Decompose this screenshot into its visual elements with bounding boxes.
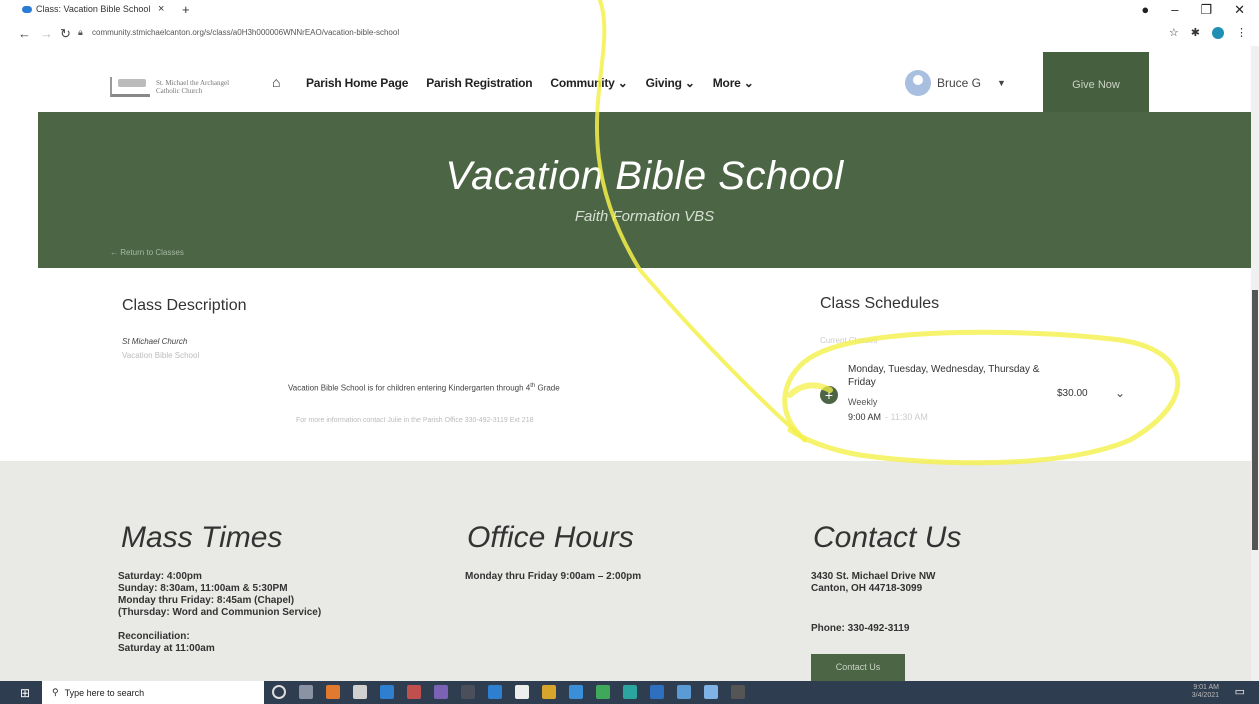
class-contact-info: For more information contact Julie in th… bbox=[296, 417, 534, 424]
nav-more[interactable]: More ⌄ bbox=[713, 76, 754, 90]
caret-down-icon: ▼ bbox=[997, 78, 1006, 88]
extensions-puzzle-icon[interactable]: ✱ bbox=[1191, 26, 1200, 39]
user-menu[interactable]: Bruce G ▼ bbox=[905, 70, 1006, 96]
class-schedules-heading: Class Schedules bbox=[820, 295, 940, 312]
taskbar-apps bbox=[272, 685, 745, 699]
chevron-down-icon: ⌄ bbox=[743, 76, 754, 90]
firefox-icon[interactable] bbox=[326, 685, 340, 699]
nav-giving[interactable]: Giving ⌄ bbox=[646, 76, 695, 90]
new-tab-button[interactable]: + bbox=[182, 2, 190, 17]
app-icon[interactable] bbox=[677, 685, 691, 699]
mass-times-heading: Mass Times bbox=[121, 521, 283, 554]
windows-start-icon[interactable]: ⊞ bbox=[20, 686, 30, 700]
schedule-time: 9:00 AM - 11:30 AM bbox=[848, 412, 928, 422]
chevron-down-icon: ⌄ bbox=[684, 76, 695, 90]
mail-icon[interactable] bbox=[488, 685, 502, 699]
page-title: Vacation Bible School bbox=[445, 154, 844, 198]
parish-logo[interactable]: St. Michael the Archangel Catholic Churc… bbox=[110, 74, 255, 100]
task-view-icon[interactable] bbox=[299, 685, 313, 699]
taskbar-search-placeholder: Type here to search bbox=[64, 687, 145, 698]
app-icon[interactable] bbox=[407, 685, 421, 699]
browser-tab-bar: Class: Vacation Bible School × + ● – ❐ ✕ bbox=[0, 0, 1259, 22]
schedule-frequency: Weekly bbox=[848, 397, 878, 407]
star-icon[interactable]: ☆ bbox=[1169, 26, 1179, 39]
close-window-icon[interactable]: ✕ bbox=[1234, 2, 1245, 18]
contact-address: 3430 St. Michael Drive NW Canton, OH 447… bbox=[811, 571, 936, 594]
forward-arrow-icon[interactable]: → bbox=[40, 26, 53, 41]
expand-chevron-icon[interactable]: ⌄ bbox=[1115, 386, 1125, 400]
mass-times-list: Saturday: 4:00pm Sunday: 8:30am, 11:00am… bbox=[118, 571, 322, 654]
tab-title: Class: Vacation Bible School bbox=[36, 4, 151, 14]
profile-dot-icon[interactable]: ● bbox=[1141, 2, 1149, 18]
site-header: St. Michael the Archangel Catholic Churc… bbox=[0, 46, 1259, 118]
contact-us-button[interactable]: Contact Us bbox=[811, 654, 905, 681]
app-icon[interactable] bbox=[596, 685, 610, 699]
word-icon[interactable] bbox=[650, 685, 664, 699]
cortana-icon[interactable] bbox=[272, 685, 286, 699]
nav-community[interactable]: Community ⌄ bbox=[550, 76, 627, 90]
address-bar: ← → ↻ 🔒︎ community.stmichaelcanton.org/s… bbox=[0, 22, 1259, 46]
main-nav: Parish Home Page Parish Registration Com… bbox=[306, 76, 754, 90]
app-icon[interactable] bbox=[731, 685, 745, 699]
schedule-status: Current Classes bbox=[820, 336, 878, 345]
back-arrow-icon[interactable]: ← bbox=[18, 26, 31, 41]
office-hours-heading: Office Hours bbox=[467, 521, 634, 554]
reload-icon[interactable]: ↻ bbox=[60, 26, 71, 42]
return-to-classes-link[interactable]: ← Return to Classes bbox=[110, 248, 184, 257]
class-description-body: Vacation Bible School is for children en… bbox=[288, 383, 560, 393]
profile-avatar-icon[interactable] bbox=[1212, 26, 1224, 39]
browser-extensions: ☆ ✱ ⋮ bbox=[1169, 26, 1247, 39]
taskbar-search[interactable]: ⚲ Type here to search bbox=[42, 681, 264, 704]
logo-church-icon bbox=[110, 77, 150, 97]
tab-close-button[interactable]: × bbox=[158, 3, 164, 15]
class-church: St Michael Church bbox=[122, 337, 188, 346]
home-icon[interactable]: ⌂ bbox=[272, 74, 280, 90]
window-controls: ● – ❐ ✕ bbox=[1141, 2, 1245, 18]
give-now-button[interactable]: Give Now bbox=[1043, 52, 1149, 118]
office-hours-text: Monday thru Friday 9:00am – 2:00pm bbox=[465, 571, 642, 582]
hero-banner: Vacation Bible School Faith Formation VB… bbox=[38, 112, 1251, 268]
schedule-days: Monday, Tuesday, Wednesday, Thursday & F… bbox=[848, 364, 1040, 388]
chrome-icon[interactable] bbox=[569, 685, 583, 699]
logo-line2: Catholic Church bbox=[156, 87, 203, 95]
user-name: Bruce G bbox=[937, 76, 982, 90]
minimize-icon[interactable]: – bbox=[1171, 2, 1178, 18]
system-tray-clock[interactable]: 9:01 AM 3/4/2021 bbox=[1192, 684, 1219, 700]
maximize-icon[interactable]: ❐ bbox=[1200, 2, 1212, 18]
add-schedule-plus-icon[interactable]: + bbox=[820, 386, 838, 404]
contact-us-heading: Contact Us bbox=[813, 521, 962, 554]
page-subtitle: Faith Formation VBS bbox=[574, 208, 715, 225]
app-icon[interactable] bbox=[461, 685, 475, 699]
url-field[interactable]: community.stmichaelcanton.org/s/class/a0… bbox=[92, 28, 399, 37]
browser-tab[interactable]: Class: Vacation Bible School bbox=[22, 4, 150, 14]
app-icon[interactable] bbox=[704, 685, 718, 699]
windows-taskbar: ⊞ ⚲ Type here to search 9:01 AM 3/4/2021… bbox=[0, 681, 1259, 704]
schedule-price: $30.00 bbox=[1057, 388, 1088, 399]
user-avatar-icon bbox=[905, 70, 931, 96]
scrollbar-thumb[interactable] bbox=[1252, 290, 1258, 550]
chevron-down-icon: ⌄ bbox=[617, 76, 628, 90]
arrow-left-icon: ← bbox=[110, 248, 118, 257]
contact-phone: Phone: 330-492-3119 bbox=[811, 623, 910, 634]
class-program: Vacation Bible School bbox=[122, 351, 200, 360]
lock-icon: 🔒︎ bbox=[78, 27, 83, 37]
class-description-heading: Class Description bbox=[122, 297, 247, 314]
app-icon[interactable] bbox=[623, 685, 637, 699]
search-icon: ⚲ bbox=[52, 687, 59, 697]
app-icon[interactable] bbox=[434, 685, 448, 699]
nav-parish-registration[interactable]: Parish Registration bbox=[426, 76, 532, 90]
logo-line1: St. Michael the Archangel bbox=[156, 79, 230, 87]
edge-icon[interactable] bbox=[380, 685, 394, 699]
store-icon[interactable] bbox=[353, 685, 367, 699]
file-icon[interactable] bbox=[515, 685, 529, 699]
nav-parish-home[interactable]: Parish Home Page bbox=[306, 76, 408, 90]
tab-favicon-icon bbox=[22, 5, 32, 13]
folder-icon[interactable] bbox=[542, 685, 556, 699]
kebab-menu-icon[interactable]: ⋮ bbox=[1236, 26, 1247, 39]
site-footer: Mass Times Saturday: 4:00pm Sunday: 8:30… bbox=[0, 461, 1259, 681]
notification-icon[interactable]: ▭ bbox=[1235, 685, 1245, 698]
